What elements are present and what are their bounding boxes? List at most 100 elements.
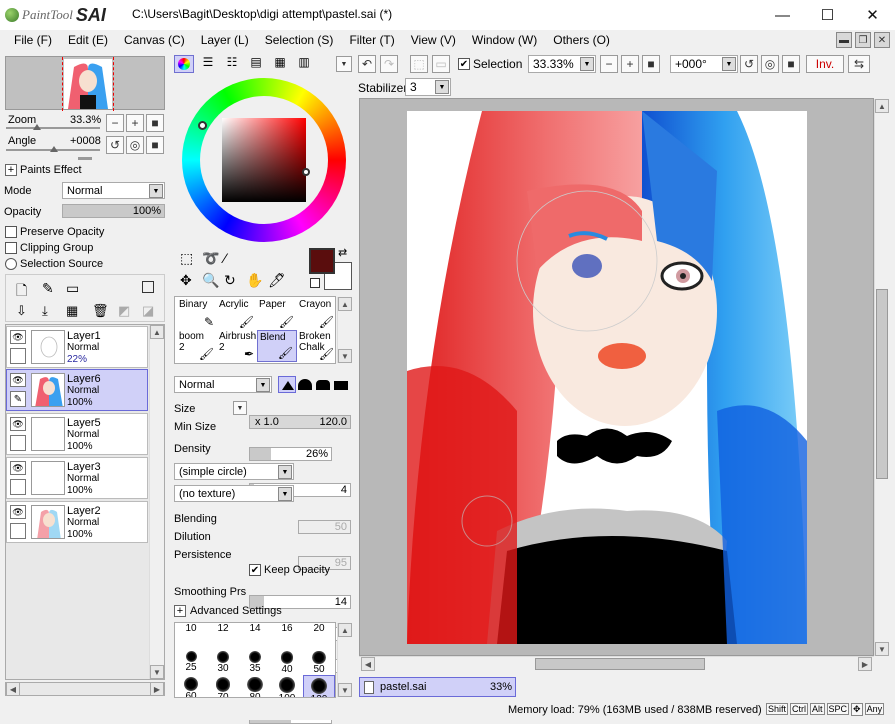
menu-view[interactable]: View (V) xyxy=(403,33,464,47)
navigator-viewport[interactable] xyxy=(62,57,114,111)
tool-broken-chalk[interactable]: Broken Chalk 🖌 xyxy=(297,330,337,362)
tool-acrylic[interactable]: Acrylic 🖌 xyxy=(217,298,257,330)
user-palette-icon[interactable]: ▥ xyxy=(294,55,314,73)
hsv-sliders-icon[interactable]: ☷ xyxy=(222,55,242,73)
canvas-hscroll-thumb[interactable] xyxy=(535,658,705,670)
rect-select-icon[interactable]: ⬚ xyxy=(180,250,193,267)
canvas-vscrollbar[interactable]: ▲ ▼ xyxy=(874,99,889,656)
close-button[interactable]: ✕ xyxy=(850,0,895,30)
scroll-up-icon[interactable]: ▲ xyxy=(150,325,164,339)
zoom-select[interactable]: 33.33% ▼ xyxy=(528,55,596,73)
scratchpad-icon[interactable]: ▦ xyxy=(270,55,290,73)
tool-binary[interactable]: Binary ✎ xyxy=(177,298,217,330)
panel-menu-button[interactable]: ▼ xyxy=(336,56,352,72)
primary-color-swatch[interactable] xyxy=(309,248,335,274)
navigator-preview[interactable] xyxy=(5,56,165,111)
canvas-zoom-in-button[interactable]: + xyxy=(621,55,639,73)
minimize-button[interactable]: — xyxy=(760,0,805,30)
mask-icon[interactable] xyxy=(142,281,154,293)
brush-size-preset[interactable]: 35 xyxy=(239,649,271,677)
tool-crayon[interactable]: Crayon 🖌 xyxy=(297,298,337,330)
undo-button[interactable]: ↶ xyxy=(358,55,376,73)
tool-grid-scrollbar[interactable]: ▲ ▼ xyxy=(337,297,352,363)
mode-select[interactable]: Normal ▼ xyxy=(62,182,165,199)
blend-mode-select[interactable]: Normal ▼ xyxy=(174,376,272,393)
layer-lock-box[interactable] xyxy=(10,523,26,539)
menu-filter[interactable]: Filter (T) xyxy=(341,33,402,47)
angle-slider-thumb[interactable] xyxy=(50,146,58,152)
layer-lock-box[interactable] xyxy=(10,348,26,364)
preserve-opacity-checkbox[interactable] xyxy=(5,226,17,238)
lasso-icon[interactable]: ➰ xyxy=(202,250,219,267)
canvas-rotate-left-button[interactable]: ↺ xyxy=(740,55,758,73)
clipping-group-checkbox[interactable] xyxy=(5,242,17,254)
show-selection-row[interactable]: ✔ Selection xyxy=(458,57,522,71)
eye-icon[interactable]: 👁 xyxy=(10,505,26,519)
advanced-settings-label[interactable]: Advanced Settings xyxy=(190,605,282,617)
selection-source-row[interactable]: Selection Source xyxy=(5,258,103,270)
move-icon[interactable]: ✥ xyxy=(180,272,192,289)
eye-icon[interactable]: 👁 xyxy=(10,330,26,344)
delete-layer-icon[interactable]: 🗑 xyxy=(92,303,109,319)
scroll-down-icon[interactable]: ▼ xyxy=(150,665,164,679)
hand-icon[interactable]: ✋ xyxy=(246,272,263,289)
default-colors-icon[interactable] xyxy=(310,278,320,288)
magic-wand-icon[interactable]: ⁄ xyxy=(224,250,226,266)
layer-row[interactable]: 👁 Layer1 Normal 22% xyxy=(6,326,148,368)
invert-view-button[interactable]: Inv. xyxy=(806,55,844,73)
rotate-right-button[interactable]: ■ xyxy=(146,136,164,154)
layer-lock-box[interactable] xyxy=(10,435,26,451)
delete-mask-icon[interactable]: ◪ xyxy=(142,303,154,319)
layer-row[interactable]: 👁 Layer5 Normal 100% xyxy=(6,413,148,455)
layer-row-selected[interactable]: 👁 ✎ Layer6 Normal 100% xyxy=(6,369,148,411)
apply-mask-icon[interactable]: ◩ xyxy=(118,303,130,319)
brush-shape-soft[interactable] xyxy=(298,379,312,390)
brush-size-scrollbar[interactable]: ▲ ▼ xyxy=(337,623,352,697)
rgb-sliders-icon[interactable]: ☰ xyxy=(198,55,218,73)
new-linework-layer-icon[interactable]: ✎ xyxy=(42,280,54,297)
hue-marker[interactable] xyxy=(198,121,207,130)
brush-size-preset[interactable]: 120 xyxy=(303,675,335,697)
brush-shape-hard[interactable] xyxy=(278,376,296,393)
layer-row[interactable]: 👁 Layer2 Normal 100% xyxy=(6,501,148,543)
canvas-rotate-right-button[interactable]: ■ xyxy=(782,55,800,73)
clipping-group-row[interactable]: Clipping Group xyxy=(5,242,93,254)
merge-down-icon[interactable]: ⤓ xyxy=(42,303,48,319)
scroll-up-icon[interactable]: ▲ xyxy=(338,623,352,637)
brush-shape-medium[interactable] xyxy=(316,380,330,390)
canvas-hscrollbar[interactable]: ◀ ▶ xyxy=(359,656,874,671)
layer-lock-box[interactable] xyxy=(10,479,26,495)
mdi-restore-button[interactable]: ❐ xyxy=(855,32,871,48)
scroll-left-icon[interactable]: ◀ xyxy=(361,657,375,671)
brush-size-preset[interactable]: 20 xyxy=(303,623,335,651)
expand-icon[interactable]: + xyxy=(174,605,186,617)
document-tab[interactable]: pastel.sai 33% xyxy=(359,677,516,697)
expand-icon[interactable]: + xyxy=(5,164,17,176)
menu-others[interactable]: Others (O) xyxy=(545,33,618,47)
mdi-close-button[interactable]: ✕ xyxy=(874,32,890,48)
rotate-reset-button[interactable]: ◎ xyxy=(126,136,144,154)
angle-slider[interactable] xyxy=(6,146,100,152)
eyedropper-icon[interactable]: 🖊 xyxy=(268,272,286,289)
saturation-value-box[interactable] xyxy=(222,118,310,202)
rotate-left-button[interactable]: ↺ xyxy=(106,136,124,154)
rotate-tool-icon[interactable]: ↻ xyxy=(224,272,236,289)
layer-hscrollbar[interactable]: ◀ ▶ xyxy=(5,682,165,696)
transfer-down-icon[interactable]: ⇩ xyxy=(16,303,27,319)
brush-size-preset[interactable]: 70 xyxy=(207,675,239,697)
scroll-down-icon[interactable]: ▼ xyxy=(338,349,352,363)
scroll-down-icon[interactable]: ▼ xyxy=(338,683,352,697)
menu-canvas[interactable]: Canvas (C) xyxy=(116,33,193,47)
eye-icon[interactable]: 👁 xyxy=(10,417,26,431)
layer-row[interactable]: 👁 Layer3 Normal 100% xyxy=(6,457,148,499)
clear-layer-icon[interactable]: ▦ xyxy=(66,303,78,319)
brush-size-preset[interactable]: 60 xyxy=(175,675,207,697)
brush-size-preset[interactable]: 14 xyxy=(239,623,271,651)
brush-size-preset[interactable]: 25 xyxy=(175,649,207,677)
zoom-slider[interactable] xyxy=(6,124,100,130)
scroll-down-icon[interactable]: ▼ xyxy=(875,642,889,656)
swap-colors-icon[interactable]: ⇄ xyxy=(338,246,347,259)
brush-size-preset[interactable]: 100 xyxy=(271,675,303,697)
eye-icon[interactable]: 👁 xyxy=(10,373,26,387)
deselect-button[interactable]: ⬚ xyxy=(410,55,428,73)
